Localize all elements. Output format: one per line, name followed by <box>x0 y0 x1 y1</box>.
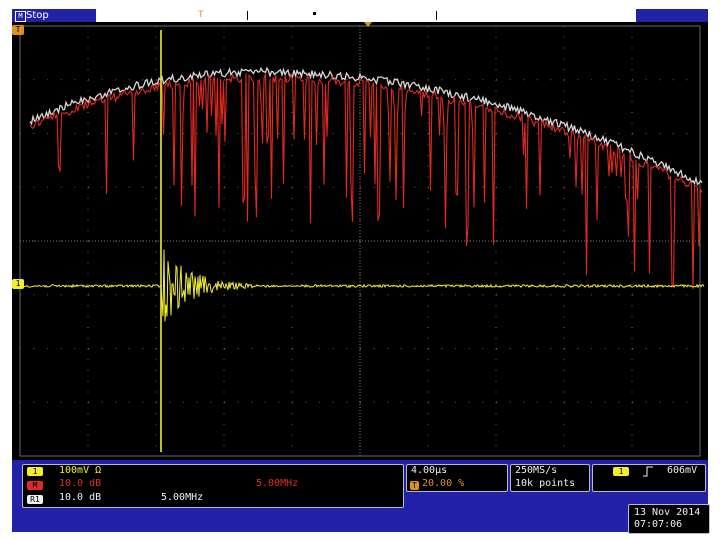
channel1-trace <box>15 249 705 322</box>
trigger-position-marker: T <box>198 10 204 20</box>
math-fft-trace <box>29 73 703 290</box>
trigger-readout-box[interactable]: 1 606mV <box>592 464 706 492</box>
readout-panel: 1 100mV Ω M 10.0 dB 5.00MHz R1 10.0 dB 5… <box>12 460 708 532</box>
record-view-bar[interactable] <box>96 9 636 22</box>
rising-edge-icon <box>643 466 653 477</box>
channel-chip: M <box>15 11 26 22</box>
timebase-readout-box[interactable]: 4.00µs T 20.00 % <box>406 464 508 492</box>
date: 13 Nov 2014 <box>634 507 701 518</box>
trigger-source-chip: 1 <box>613 467 629 476</box>
horizontal-scale: 4.00µs <box>411 465 448 476</box>
trigger-time-marker[interactable]: T <box>12 25 24 35</box>
status-bar: M Stop T <box>12 9 708 22</box>
math-scale: 10.0 dB <box>59 478 102 489</box>
ch1-chip[interactable]: 1 <box>27 467 43 476</box>
oscilloscope-screen: M Stop T T 1 1 100mV Ω M 10.0 dB 5.00MHz… <box>0 0 720 540</box>
acquisition-readout-box[interactable]: 250MS/s 10k points <box>510 464 590 492</box>
ref1-chip[interactable]: R1 <box>27 495 43 504</box>
ref1-span: 5.00MHz <box>161 492 204 503</box>
sample-rate: 250MS/s <box>515 465 558 476</box>
trigger-point-icon <box>364 22 372 27</box>
ch1-ground-marker[interactable]: 1 <box>12 279 24 289</box>
waveform-display[interactable]: T 1 <box>12 22 708 460</box>
trigger-level: 606mV <box>667 465 698 476</box>
acquisition-state[interactable]: Stop <box>26 9 49 22</box>
view-right-edge <box>436 11 437 20</box>
math-chip[interactable]: M <box>27 481 43 490</box>
view-left-edge <box>247 11 248 20</box>
waveforms <box>15 30 705 452</box>
time: 07:07:06 <box>634 519 683 530</box>
math-span: 5.00MHz <box>256 478 299 489</box>
trigger-position-value: 20.00 % <box>422 478 465 489</box>
ref1-scale: 10.0 dB <box>59 492 102 503</box>
record-length: 10k points <box>515 478 576 489</box>
trigger-position-chip: T <box>410 481 419 490</box>
view-center-mark <box>313 12 316 15</box>
channel-readout-box[interactable]: 1 100mV Ω M 10.0 dB 5.00MHz R1 10.0 dB 5… <box>22 464 404 508</box>
date-time-box: 13 Nov 2014 07:07:06 <box>628 504 710 534</box>
ch1-scale: 100mV Ω <box>59 465 102 476</box>
